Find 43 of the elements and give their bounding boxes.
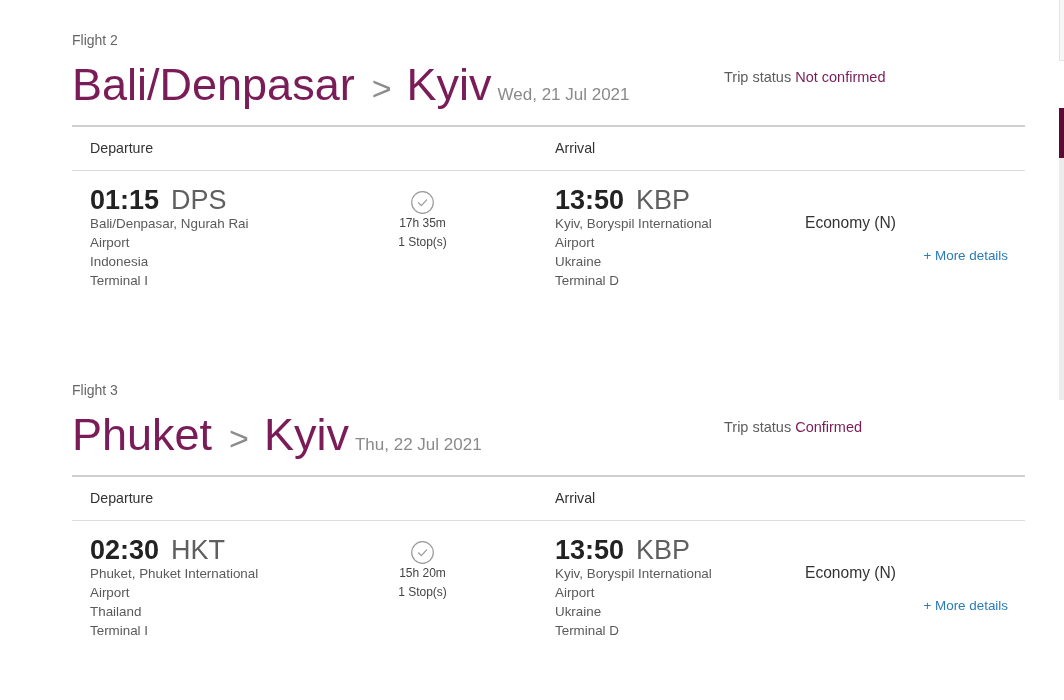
route-title: Bali/Denpasar > Kyiv: [72, 59, 492, 112]
airport-name: Bali/Denpasar, Ngurah Rai Airport: [90, 215, 250, 252]
terminal-name: Terminal I: [90, 622, 149, 640]
terminal-name: Terminal D: [555, 272, 619, 290]
country-name: Ukraine: [555, 253, 602, 271]
airport-name: Kyiv, Boryspil International Airport: [555, 565, 713, 602]
flight-label: Flight 3: [72, 381, 118, 399]
column-header: Departure: [90, 139, 154, 158]
more-details-link[interactable]: + More details: [923, 246, 1008, 265]
country-name: Thailand: [90, 603, 142, 621]
terminal-name: Terminal I: [90, 272, 149, 290]
cabin-class: Economy (N): [805, 563, 896, 582]
accent-bar: [1059, 108, 1064, 158]
column-header: Arrival: [555, 489, 596, 508]
country-name: Indonesia: [90, 253, 149, 271]
flight-date: Wed, 21 Jul 2021: [497, 85, 630, 105]
cabin-class: Economy (N): [805, 213, 896, 232]
column-header: Arrival: [555, 139, 596, 158]
airport-name: Kyiv, Boryspil International Airport: [555, 215, 713, 252]
column-header: Departure: [90, 489, 154, 508]
flight-duration: 15h 20m: [399, 565, 446, 582]
trip-status: Trip status Not confirmed: [724, 68, 886, 86]
country-name: Ukraine: [555, 603, 602, 621]
route-title: Phuket > Kyiv: [72, 409, 349, 462]
arrival-time: 13:50: [555, 186, 625, 214]
departure-time: 01:15: [90, 186, 160, 214]
airport-code: HKT: [171, 536, 226, 564]
arrival-time: 13:50: [555, 536, 625, 564]
airport-code: KBP: [636, 536, 691, 564]
stops-count: 1 Stop(s): [398, 234, 447, 251]
flight-date: Thu, 22 Jul 2021: [355, 435, 482, 455]
stops-count: 1 Stop(s): [398, 584, 447, 601]
trip-status: Trip status Confirmed: [724, 418, 863, 436]
check-circle-icon: [411, 541, 434, 564]
more-details-link[interactable]: + More details: [923, 596, 1008, 615]
airport-code: DPS: [171, 186, 227, 214]
check-circle-icon: [411, 191, 434, 214]
flight-duration: 17h 35m: [399, 215, 446, 232]
flight-label: Flight 2: [72, 31, 118, 49]
terminal-name: Terminal D: [555, 622, 619, 640]
airport-code: KBP: [636, 186, 691, 214]
departure-time: 02:30: [90, 536, 160, 564]
airport-name: Phuket, Phuket International Airport: [90, 565, 260, 602]
